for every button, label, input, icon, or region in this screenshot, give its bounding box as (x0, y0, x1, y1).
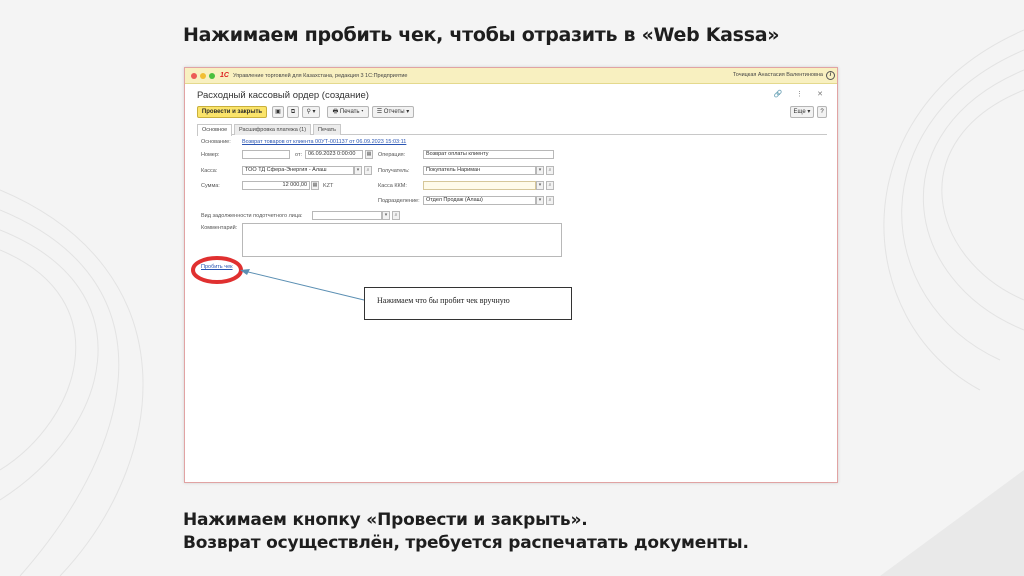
highlight-circle (191, 256, 243, 284)
caption-line-1: Нажимаем кнопку «Провести и закрыть». (183, 510, 588, 530)
slide-caption: Нажимаем кнопку «Провести и закрыть». Во… (183, 509, 749, 555)
callout-box: Нажимаем что бы пробит чек вручную (364, 287, 572, 320)
caption-line-2: Возврат осуществлён, требуется распечата… (183, 533, 749, 553)
callout-arrow (243, 270, 365, 301)
